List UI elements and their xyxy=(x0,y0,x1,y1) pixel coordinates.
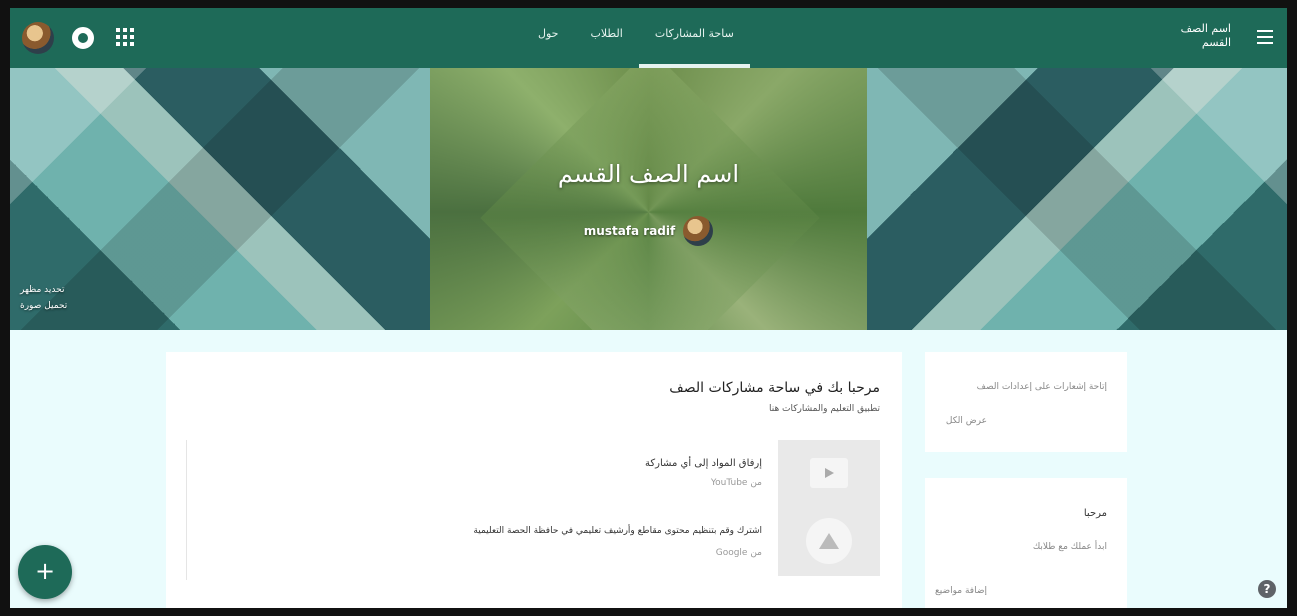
upcoming-card: مرحبا ابدأ عملك مع طلابك إضافة مواضيع xyxy=(925,478,1127,608)
banner-pattern-right xyxy=(867,68,1287,330)
teacher-info: mustafa radif xyxy=(10,216,1287,246)
class-section: القسم xyxy=(1201,36,1231,49)
upcoming-text: ابدأ عملك مع طلابك xyxy=(1032,542,1107,552)
drive-item-title[interactable]: اشترك وقم بتنظيم محتوى مقاطع وأرشيف تعلي… xyxy=(473,526,762,536)
welcome-title: مرحبا بك في ساحة مشاركات الصف xyxy=(669,380,880,396)
add-button[interactable]: + xyxy=(18,545,72,599)
account-avatar[interactable] xyxy=(22,22,54,54)
teacher-avatar xyxy=(683,216,714,246)
add-topics-link[interactable]: إضافة مواضيع xyxy=(935,586,987,596)
theme-links: تحديد مظهر تحميل صورة xyxy=(20,282,67,314)
welcome-card: مرحبا بك في ساحة مشاركات الصف تطبيق التع… xyxy=(166,352,902,608)
upcoming-title: مرحبا xyxy=(1083,508,1107,519)
resource-thumbnails xyxy=(778,440,880,576)
banner-title: اسم الصف القسم xyxy=(557,160,740,188)
apps-grid-icon[interactable] xyxy=(116,28,134,46)
notifications-card: إتاحة إشعارات على إعدادات الصف عرض الكل xyxy=(925,352,1127,452)
circle-icon[interactable] xyxy=(72,27,94,49)
upload-photo-link[interactable]: تحميل صورة xyxy=(20,298,67,314)
view-all-link[interactable]: عرض الكل xyxy=(946,416,987,426)
welcome-subtitle: تطبيق التعليم والمشاركات هنا xyxy=(768,404,880,414)
teacher-name: mustafa radif xyxy=(583,224,676,238)
app-frame: ساحة المشاركات الطلاب حول اسم الصف القسم… xyxy=(10,8,1287,608)
class-title[interactable]: اسم الصف القسم xyxy=(1181,22,1231,50)
youtube-item-source: YouTube من xyxy=(710,478,762,488)
help-icon[interactable]: ? xyxy=(1258,580,1276,598)
tab-about[interactable]: حول xyxy=(522,8,574,68)
top-bar: ساحة المشاركات الطلاب حول اسم الصف القسم xyxy=(10,8,1287,68)
class-name: اسم الصف xyxy=(1180,22,1231,35)
tab-stream[interactable]: ساحة المشاركات xyxy=(638,8,750,68)
tab-students[interactable]: الطلاب xyxy=(574,8,638,68)
notifications-text: إتاحة إشعارات على إعدادات الصف xyxy=(976,382,1107,392)
select-theme-link[interactable]: تحديد مظهر xyxy=(20,282,67,298)
tab-bar: ساحة المشاركات الطلاب حول xyxy=(522,8,750,68)
class-banner: اسم الصف القسم mustafa radif تحديد مظهر … xyxy=(10,68,1287,330)
divider xyxy=(186,440,187,580)
hamburger-icon[interactable] xyxy=(1257,30,1273,44)
drive-item-source: Google من xyxy=(715,548,762,558)
drive-icon[interactable] xyxy=(806,518,852,564)
youtube-item-title[interactable]: إرفاق المواد إلى أي مشاركة xyxy=(645,458,762,469)
banner-pattern-left xyxy=(10,68,430,330)
youtube-play-icon[interactable] xyxy=(810,458,848,488)
banner-pattern-center xyxy=(480,68,820,330)
